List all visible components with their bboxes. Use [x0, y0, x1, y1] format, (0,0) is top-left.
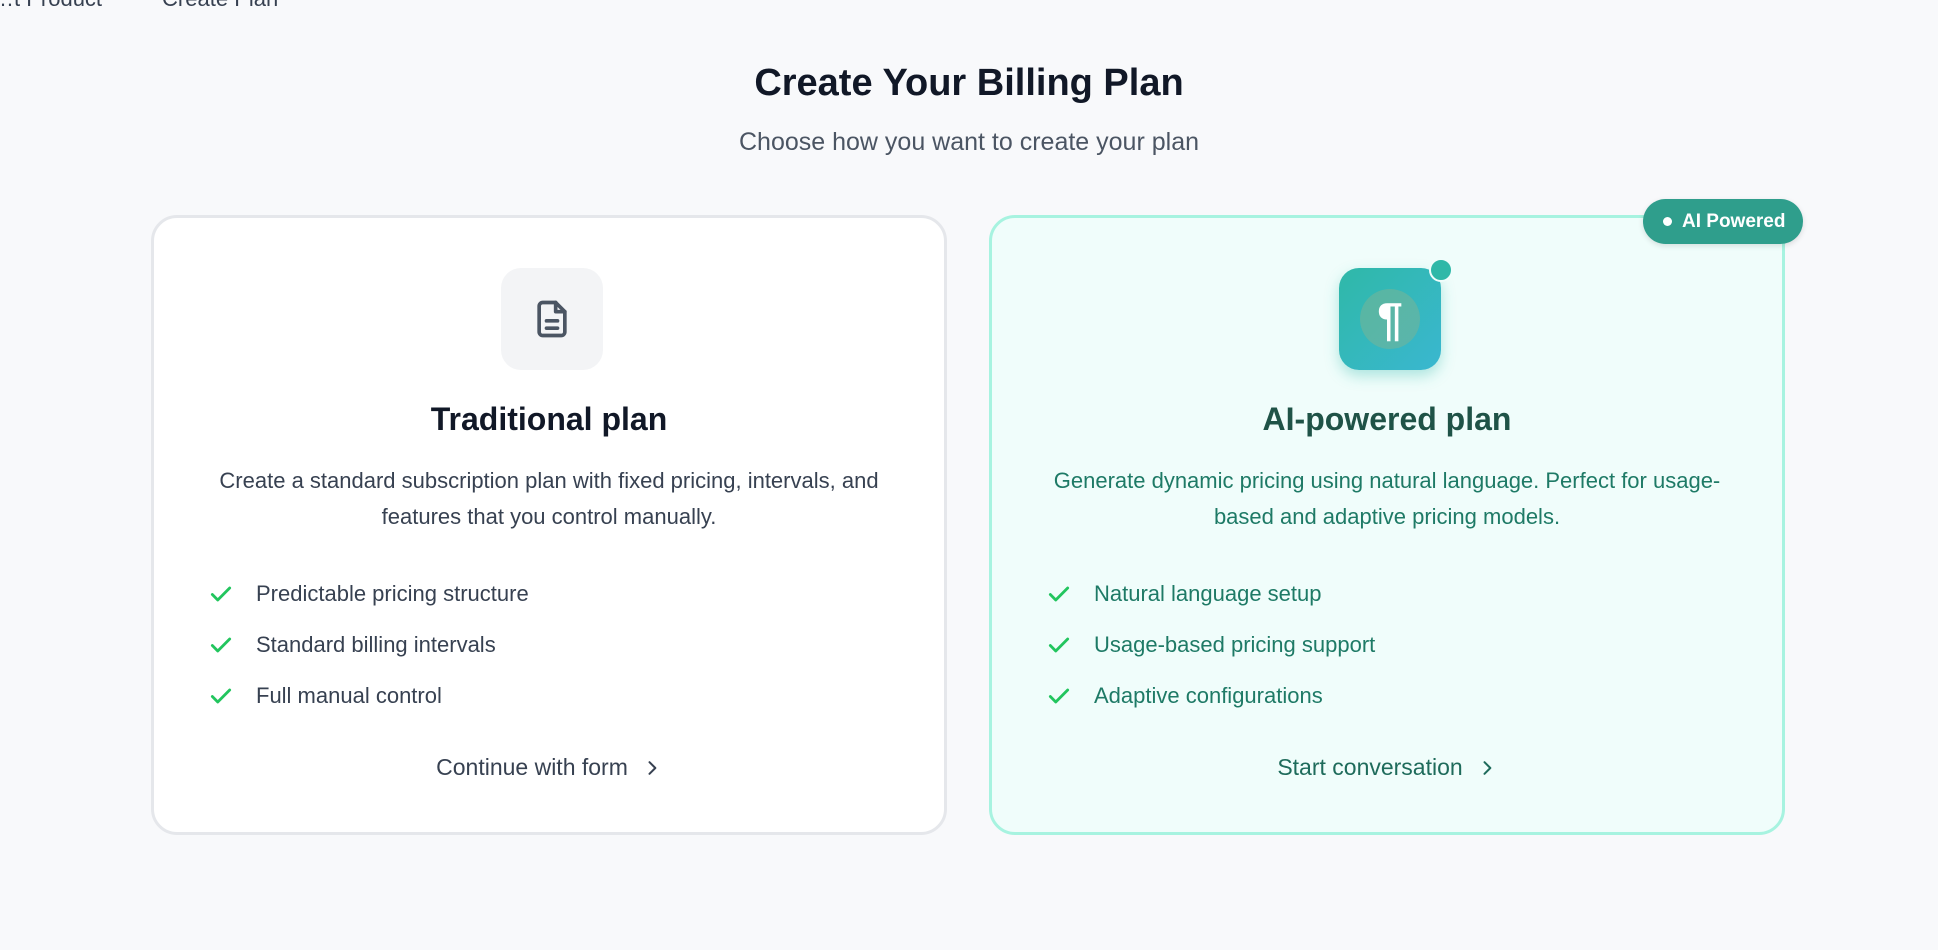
feature-label: Usage-based pricing support	[1094, 631, 1376, 657]
breadcrumb-item-product[interactable]: …t Product	[0, 0, 102, 12]
feature-label: Full manual control	[256, 682, 442, 708]
ai-powered-badge: AI Powered	[1643, 199, 1804, 244]
feature-item: Adaptive configurations	[1046, 670, 1375, 721]
chevron-right-icon	[1477, 758, 1497, 778]
ai-feature-list: Natural language setup Usage-based prici…	[1046, 568, 1375, 721]
check-icon	[208, 683, 234, 709]
badge-label: AI Powered	[1682, 210, 1786, 232]
pilcrow-glyph: ¶	[1360, 289, 1420, 349]
feature-item: Predictable pricing structure	[208, 568, 529, 619]
start-conversation-button[interactable]: Start conversation	[992, 754, 1782, 781]
feature-item: Standard billing intervals	[208, 619, 529, 670]
document-icon	[501, 268, 603, 370]
check-icon	[1046, 632, 1072, 658]
chevron-right-icon	[642, 758, 662, 778]
feature-label: Predictable pricing structure	[256, 580, 529, 606]
pilcrow-icon: ¶	[1339, 258, 1453, 370]
ai-plan-description: Generate dynamic pricing using natural l…	[1053, 468, 1721, 529]
continue-with-form-label: Continue with form	[436, 754, 628, 780]
breadcrumb-item-create-plan: Create Plan	[162, 0, 278, 12]
check-icon	[1046, 683, 1072, 709]
breadcrumb: …t Product Create Plan	[0, 0, 278, 12]
traditional-feature-list: Predictable pricing structure Standard b…	[208, 568, 529, 721]
feature-label: Adaptive configurations	[1094, 682, 1323, 708]
page-title: Create Your Billing Plan	[754, 62, 1184, 104]
start-conversation-label: Start conversation	[1277, 754, 1463, 780]
traditional-plan-description: Create a standard subscription plan with…	[219, 468, 879, 529]
check-icon	[208, 581, 234, 607]
check-icon	[208, 632, 234, 658]
feature-label: Standard billing intervals	[256, 631, 496, 657]
ai-plan-title: AI-powered plan	[1262, 401, 1512, 437]
feature-item: Usage-based pricing support	[1046, 619, 1375, 670]
feature-label: Natural language setup	[1094, 580, 1322, 606]
traditional-plan-card[interactable]: Traditional plan Create a standard subsc…	[151, 215, 947, 835]
check-icon	[1046, 581, 1072, 607]
badge-dot-icon	[1663, 217, 1672, 226]
feature-item: Natural language setup	[1046, 568, 1375, 619]
ai-powered-plan-card[interactable]: ¶ AI-powered plan Generate dynamic prici…	[989, 215, 1785, 835]
feature-item: Full manual control	[208, 670, 529, 721]
status-dot-icon	[1429, 258, 1453, 282]
traditional-plan-title: Traditional plan	[430, 401, 668, 437]
page-subtitle: Choose how you want to create your plan	[739, 128, 1199, 156]
continue-with-form-button[interactable]: Continue with form	[154, 754, 944, 781]
